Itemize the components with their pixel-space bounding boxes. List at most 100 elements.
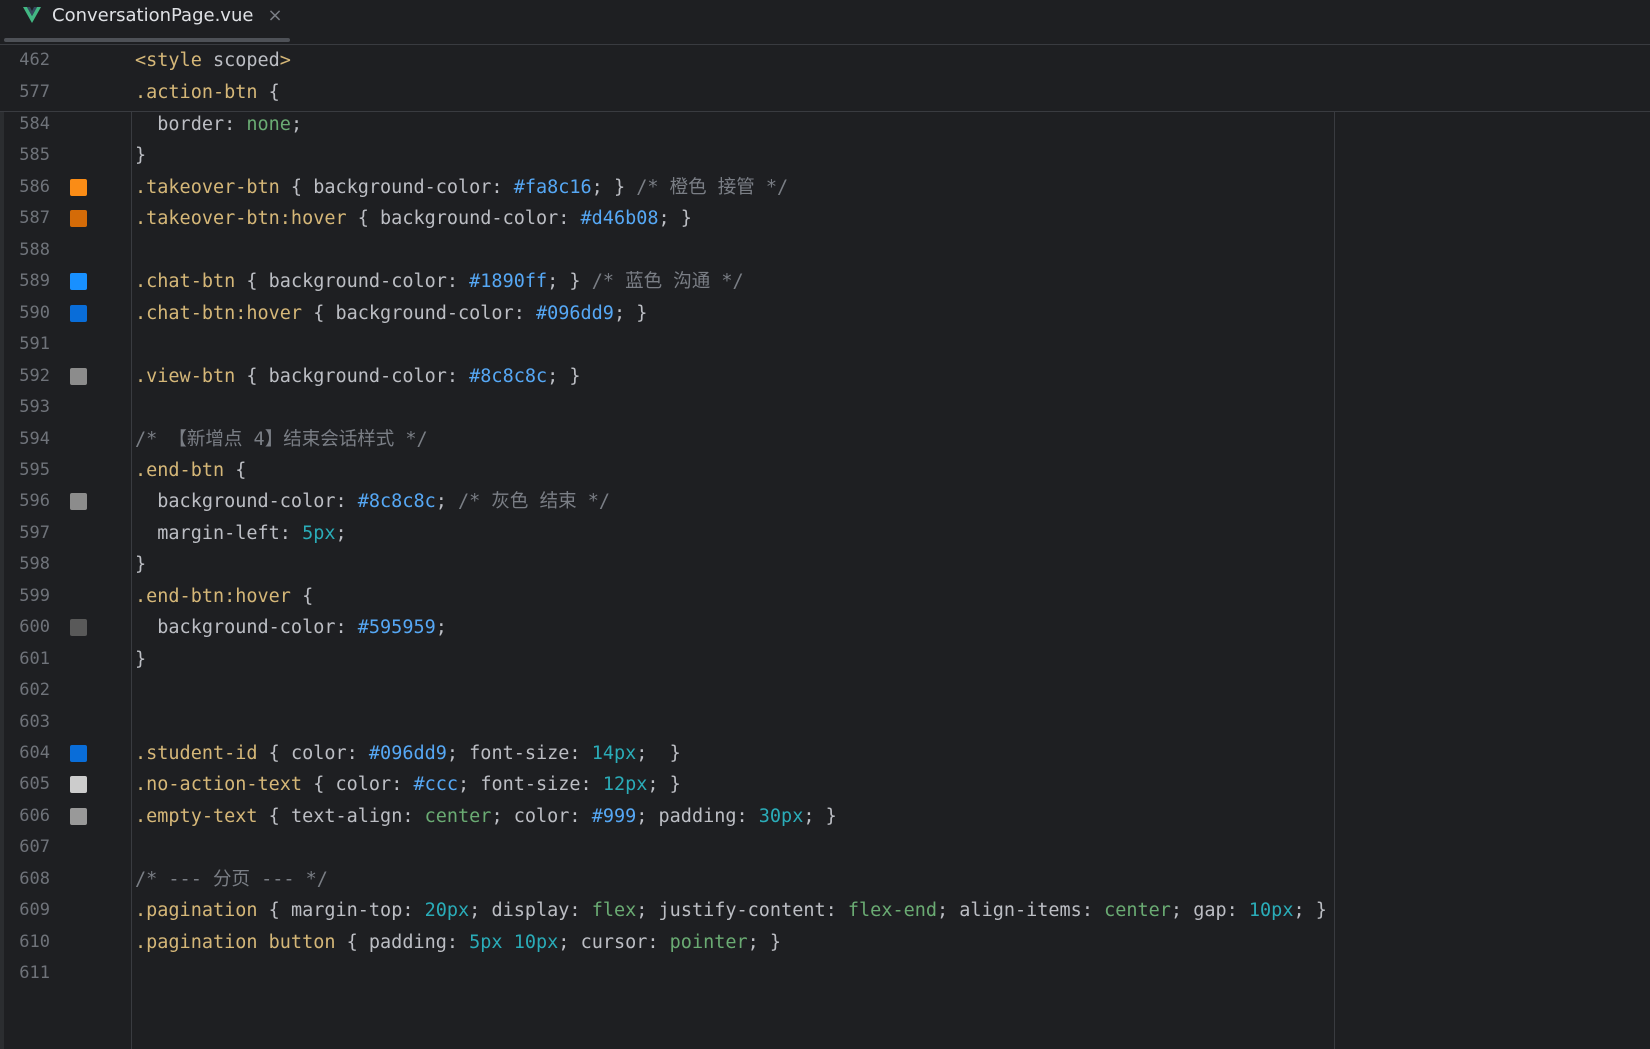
code-text[interactable]: .no-action-text { color: #ccc; font-size… <box>135 768 681 801</box>
code-text[interactable]: border: none; <box>135 108 302 141</box>
code-text[interactable]: .pagination button { padding: 5px 10px ; … <box>135 926 781 959</box>
code-text[interactable]: } <box>135 139 146 172</box>
color-swatch-icon[interactable] <box>70 807 87 825</box>
code-token: cursor: <box>580 931 670 953</box>
line-number[interactable]: 577 <box>0 76 50 109</box>
code-text[interactable]: .chat-btn { background-color: #1890ff; }… <box>135 265 744 298</box>
file-tab[interactable]: ConversationPage.vue × <box>22 0 283 30</box>
code-line[interactable]: 587 .takeover-btn:hover { background-colo… <box>0 202 1650 235</box>
code-editor[interactable]: 584 border: none; 585} 586 .takeover-btn { … <box>0 112 1650 1049</box>
code-text[interactable]: .empty-text { text-align: center; color:… <box>135 800 837 833</box>
code-text[interactable]: .chat-btn:hover { background-color: #096… <box>135 297 647 330</box>
code-line[interactable]: 609 .pagination { margin-top: 20px; displ… <box>0 894 1650 927</box>
code-line[interactable]: 606 .empty-text { text-align: center; col… <box>0 800 1650 833</box>
line-number[interactable]: 462 <box>0 44 50 77</box>
code-text[interactable]: .pagination { margin-top: 20px; display:… <box>135 894 1327 927</box>
line-number[interactable]: 588 <box>0 234 50 267</box>
code-line[interactable]: 577 .action-btn { <box>0 76 1650 109</box>
code-line[interactable]: 603 <box>0 706 1650 739</box>
line-number[interactable]: 609 <box>0 894 50 927</box>
line-number[interactable]: 595 <box>0 454 50 487</box>
code-line[interactable]: 584 border: none; <box>0 108 1650 141</box>
code-line[interactable]: 591 <box>0 328 1650 361</box>
line-number[interactable]: 610 <box>0 926 50 959</box>
code-line[interactable]: 594 /* 【新增点 4】结束会话样式 */ <box>0 423 1650 456</box>
code-token: margin-top: <box>290 900 425 922</box>
color-swatch-icon[interactable] <box>70 304 87 322</box>
color-swatch-icon[interactable] <box>70 745 87 762</box>
code-line[interactable]: 462 <style scoped> <box>0 44 1650 77</box>
code-line[interactable]: 604 .student-id { color: #096dd9; font-si… <box>0 737 1650 770</box>
code-line[interactable]: 589 .chat-btn { background-color: #1890ff… <box>0 265 1650 298</box>
line-number[interactable]: 603 <box>0 706 50 739</box>
code-text[interactable]: background-color: #8c8c8c; /* 灰色 结束 */ <box>135 485 610 518</box>
line-number[interactable]: 601 <box>0 643 50 676</box>
code-text[interactable]: .view-btn { background-color: #8c8c8c; } <box>135 360 581 393</box>
code-text[interactable]: .action-btn { <box>135 76 280 109</box>
line-number[interactable]: 598 <box>0 548 50 581</box>
code-line[interactable]: 600 background-color: #595959; <box>0 611 1650 644</box>
code-token: background-color: <box>268 271 470 293</box>
code-line[interactable]: 585} <box>0 139 1650 172</box>
code-line[interactable]: 605 .no-action-text { color: #ccc; font-s… <box>0 768 1650 801</box>
line-number[interactable]: 600 <box>0 611 50 644</box>
line-number[interactable]: 605 <box>0 768 50 801</box>
color-swatch-icon[interactable] <box>70 493 87 511</box>
close-tab-icon[interactable]: × <box>267 5 282 26</box>
code-line[interactable]: 588 <box>0 234 1650 267</box>
code-line[interactable]: 595 .end-btn { <box>0 454 1650 487</box>
line-number[interactable]: 584 <box>0 108 50 141</box>
code-text[interactable]: } <box>135 548 146 581</box>
code-line[interactable]: 607 <box>0 831 1650 864</box>
color-swatch-icon[interactable] <box>70 619 87 637</box>
code-line[interactable]: 601} <box>0 643 1650 676</box>
line-number[interactable]: 590 <box>0 297 50 330</box>
color-swatch-icon[interactable] <box>70 178 87 196</box>
line-number[interactable]: 597 <box>0 517 50 550</box>
line-number[interactable]: 587 <box>0 202 50 235</box>
code-line[interactable]: 590 .chat-btn:hover { background-color: #… <box>0 297 1650 330</box>
line-number[interactable]: 594 <box>0 423 50 456</box>
code-line[interactable]: 593 <box>0 391 1650 424</box>
color-swatch-icon[interactable] <box>70 210 87 228</box>
line-number[interactable]: 596 <box>0 485 50 518</box>
line-number[interactable]: 599 <box>0 580 50 613</box>
line-number[interactable]: 586 <box>0 171 50 204</box>
line-number[interactable]: 608 <box>0 863 50 896</box>
code-text[interactable]: /* 【新增点 4】结束会话样式 */ <box>135 423 428 456</box>
line-number[interactable]: 606 <box>0 800 50 833</box>
line-number[interactable]: 592 <box>0 360 50 393</box>
code-text[interactable]: .end-btn:hover { <box>135 580 313 613</box>
code-line[interactable]: 610 .pagination button { padding: 5px 10p… <box>0 926 1650 959</box>
code-line[interactable]: 597 margin-left: 5px; <box>0 517 1650 550</box>
code-line[interactable]: 608 /* --- 分页 --- */ <box>0 863 1650 896</box>
code-text[interactable]: margin-left: 5px; <box>135 517 346 550</box>
code-text[interactable]: .end-btn { <box>135 454 246 487</box>
code-text[interactable]: } <box>135 643 146 676</box>
code-line[interactable]: 611 <box>0 957 1650 990</box>
line-number[interactable]: 611 <box>0 957 50 990</box>
line-number[interactable]: 585 <box>0 139 50 172</box>
code-line[interactable]: 596 background-color: #8c8c8c; /* 灰色 结束 … <box>0 485 1650 518</box>
code-text[interactable]: .student-id { color: #096dd9; font-size:… <box>135 737 681 770</box>
code-text[interactable]: /* --- 分页 --- */ <box>135 863 328 896</box>
code-line[interactable]: 586 .takeover-btn { background-color: #fa… <box>0 171 1650 204</box>
code-line[interactable]: 602 <box>0 674 1650 707</box>
color-swatch-icon[interactable] <box>70 776 87 794</box>
line-number[interactable]: 589 <box>0 265 50 298</box>
code-text[interactable]: <style scoped> <box>135 44 291 77</box>
code-text[interactable]: .takeover-btn { background-color: #fa8c1… <box>135 171 788 204</box>
code-text[interactable]: background-color: #595959; <box>135 611 447 644</box>
code-text[interactable]: .takeover-btn:hover { background-color: … <box>135 202 692 235</box>
code-line[interactable]: 599 .end-btn:hover { <box>0 580 1650 613</box>
line-number[interactable]: 593 <box>0 391 50 424</box>
code-token: { <box>346 208 381 230</box>
code-line[interactable]: 592 .view-btn { background-color: #8c8c8c… <box>0 360 1650 393</box>
line-number[interactable]: 607 <box>0 831 50 864</box>
code-line[interactable]: 598} <box>0 548 1650 581</box>
line-number[interactable]: 602 <box>0 674 50 707</box>
line-number[interactable]: 591 <box>0 328 50 361</box>
line-number[interactable]: 604 <box>0 737 50 770</box>
color-swatch-icon[interactable] <box>70 273 87 291</box>
color-swatch-icon[interactable] <box>70 367 87 385</box>
